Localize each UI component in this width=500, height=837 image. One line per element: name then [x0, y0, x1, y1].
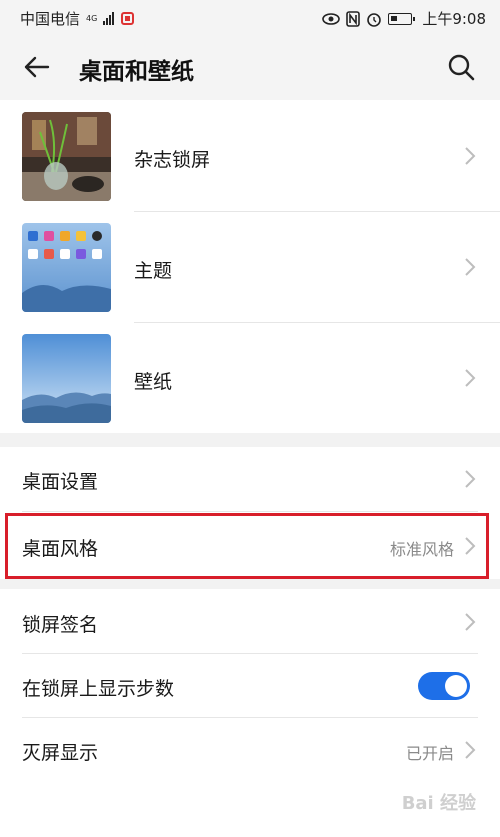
lock-signature-row[interactable]: 锁屏签名 [0, 590, 500, 654]
row-label: 桌面设置 [22, 471, 99, 493]
list-item-label: 杂志锁屏 [134, 149, 211, 171]
row-label: 灭屏显示 [22, 742, 99, 764]
list-item-wallpaper[interactable]: 壁纸 [0, 322, 500, 433]
row-value: 已开启 [405, 744, 454, 763]
divider [22, 511, 478, 512]
show-steps-row: 在锁屏上显示步数 [0, 654, 500, 718]
signal-icon [103, 12, 115, 25]
show-steps-toggle[interactable] [418, 672, 470, 700]
notification-app-icon [121, 12, 135, 25]
list-item-label: 主题 [134, 260, 173, 282]
watermark: Bai 经验 [401, 793, 476, 814]
wallpaper-thumbnail [22, 334, 111, 423]
desktop-settings-row[interactable]: 桌面设置 [0, 447, 500, 511]
app-bar: 桌面和壁纸 [0, 34, 500, 100]
section-gap [0, 579, 500, 589]
row-label: 锁屏签名 [22, 614, 99, 636]
status-right: 上午9:08 [322, 8, 486, 29]
magazine-lock-thumbnail [22, 112, 111, 201]
chevron-right-icon [465, 613, 476, 631]
eye-icon [322, 12, 341, 25]
carrier-name: 中国电信 [20, 10, 81, 28]
search-icon[interactable] [446, 52, 476, 82]
list-item-theme[interactable]: 主题 [0, 211, 500, 322]
list-item-label: 壁纸 [134, 371, 173, 393]
back-arrow-icon[interactable] [22, 52, 52, 82]
media-section: 杂志锁屏 主题 壁纸 [0, 100, 500, 433]
chevron-right-icon [465, 741, 476, 759]
list-item-magazine-lock[interactable]: 杂志锁屏 [0, 100, 500, 211]
chevron-right-icon [465, 258, 476, 276]
alarm-icon [367, 12, 382, 27]
network-type: 4G [86, 13, 98, 23]
status-left: 中国电信 4G [20, 8, 135, 29]
row-label: 在锁屏上显示步数 [22, 678, 175, 700]
nfc-icon [346, 10, 361, 27]
status-bar: 中国电信 4G 上午9:08 [0, 0, 500, 34]
status-time: 上午9:08 [422, 10, 486, 28]
chevron-right-icon [465, 470, 476, 488]
battery-icon [388, 12, 416, 25]
chevron-right-icon [465, 147, 476, 165]
theme-thumbnail [22, 223, 111, 312]
screen-off-display-row[interactable]: 灭屏显示 已开启 [0, 718, 500, 782]
section-gap [0, 433, 500, 447]
page-title: 桌面和壁纸 [79, 59, 194, 85]
highlight-box [5, 513, 489, 579]
chevron-right-icon [465, 369, 476, 387]
